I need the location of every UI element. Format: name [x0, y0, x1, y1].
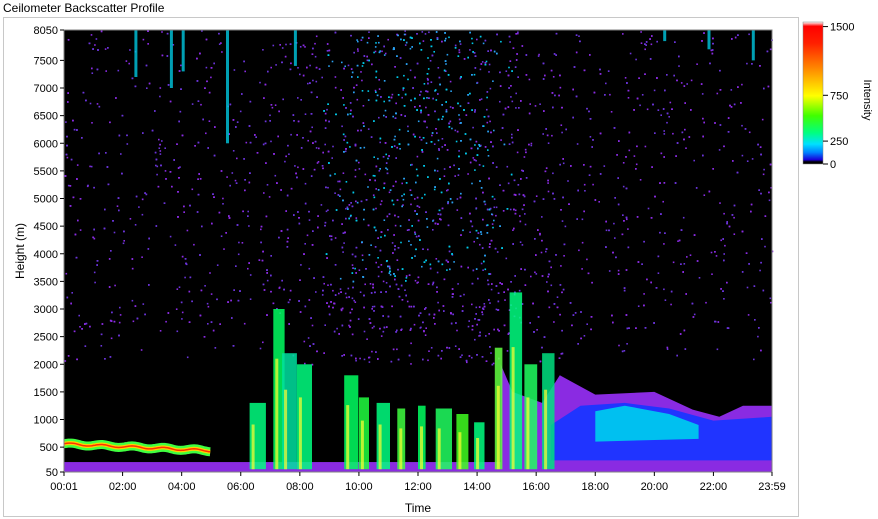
x-tick-label: 06:00: [227, 481, 255, 493]
convective-plume-core: [511, 347, 515, 470]
high-cloud-streak: [293, 30, 297, 66]
y-tick-label: 500: [40, 442, 58, 454]
high-cloud-streak: [707, 30, 711, 50]
colorbar-tick-label: 1500: [830, 22, 854, 34]
x-tick-label: 16:00: [522, 481, 550, 493]
x-axis-label: Time: [405, 501, 432, 515]
y-tick-label: 4000: [34, 249, 58, 261]
convective-plume-core: [420, 426, 423, 470]
y-tick-label: 1500: [34, 387, 58, 399]
convective-plume: [456, 414, 469, 470]
high-cloud-streak: [169, 30, 173, 88]
x-tick-label: 22:00: [700, 481, 728, 493]
convective-plume-core: [476, 438, 480, 470]
x-tick-label: 04:00: [168, 481, 196, 493]
y-axis-label: Height (m): [13, 223, 27, 279]
convective-plume: [524, 364, 538, 470]
colorbar: 0 250 750 1500 Intensity: [802, 21, 873, 171]
y-tick-label: 4500: [34, 221, 58, 233]
y-tick-label: 7000: [34, 83, 58, 95]
convective-plume-core: [284, 389, 288, 470]
x-tick-label: 14:00: [463, 481, 491, 493]
high-cloud-streak: [226, 30, 229, 144]
high-cloud-streak: [181, 30, 185, 72]
colorbar-ramp: [802, 21, 824, 165]
x-tick-label: 12:00: [404, 481, 432, 493]
y-tick-label: 3500: [34, 276, 58, 288]
colorbar-tick-label: 250: [830, 136, 848, 148]
y-tick-label: 8050: [34, 25, 58, 37]
colorbar-tick-label: 0: [830, 159, 836, 171]
convective-plume-core: [496, 385, 500, 470]
convective-plume-core: [378, 424, 382, 470]
convective-plume-core: [251, 424, 255, 470]
convective-plume-core: [544, 389, 548, 470]
convective-plume: [542, 353, 555, 470]
convective-plume: [509, 292, 523, 470]
convective-plume-core: [346, 405, 350, 470]
convective-plume: [474, 422, 485, 470]
colorbar-label: Intensity: [861, 80, 873, 121]
x-tick-label: 00:01: [50, 481, 78, 493]
y-tick-label: 3000: [34, 304, 58, 316]
high-cloud-streak: [663, 30, 667, 42]
convective-plume-core: [399, 428, 403, 470]
y-tick-label: 50: [46, 467, 58, 479]
x-tick-label: 18:00: [581, 481, 609, 493]
high-cloud-streak: [134, 30, 138, 77]
convective-plume-core: [275, 358, 279, 470]
convective-plume-core: [437, 428, 441, 470]
x-tick-label: 08:00: [286, 481, 314, 493]
x-tick-label: 23:59: [758, 481, 786, 493]
colorbar-tick-label: 750: [830, 90, 848, 102]
convective-plume: [358, 397, 369, 470]
high-cloud-streak: [751, 30, 755, 61]
y-tick-label: 7500: [34, 55, 58, 67]
x-tick-label: 10:00: [345, 481, 373, 493]
convective-plume-core: [298, 397, 302, 470]
backscatter-chart: 5050010001500200025003000350040004500500…: [13, 21, 873, 515]
y-tick-label: 1000: [34, 415, 58, 427]
y-tick-label: 2000: [34, 359, 58, 371]
y-tick-label: 5500: [34, 166, 58, 178]
convective-plume-core: [458, 432, 462, 470]
convective-plume-core: [360, 420, 364, 470]
y-tick-label: 6500: [34, 111, 58, 123]
y-tick-label: 2500: [34, 332, 58, 344]
x-tick-label: 20:00: [641, 481, 669, 493]
y-tick-label: 6000: [34, 138, 58, 150]
y-tick-label: 5000: [34, 194, 58, 206]
x-tick-label: 02:00: [109, 481, 137, 493]
convective-plume-core: [526, 397, 530, 470]
